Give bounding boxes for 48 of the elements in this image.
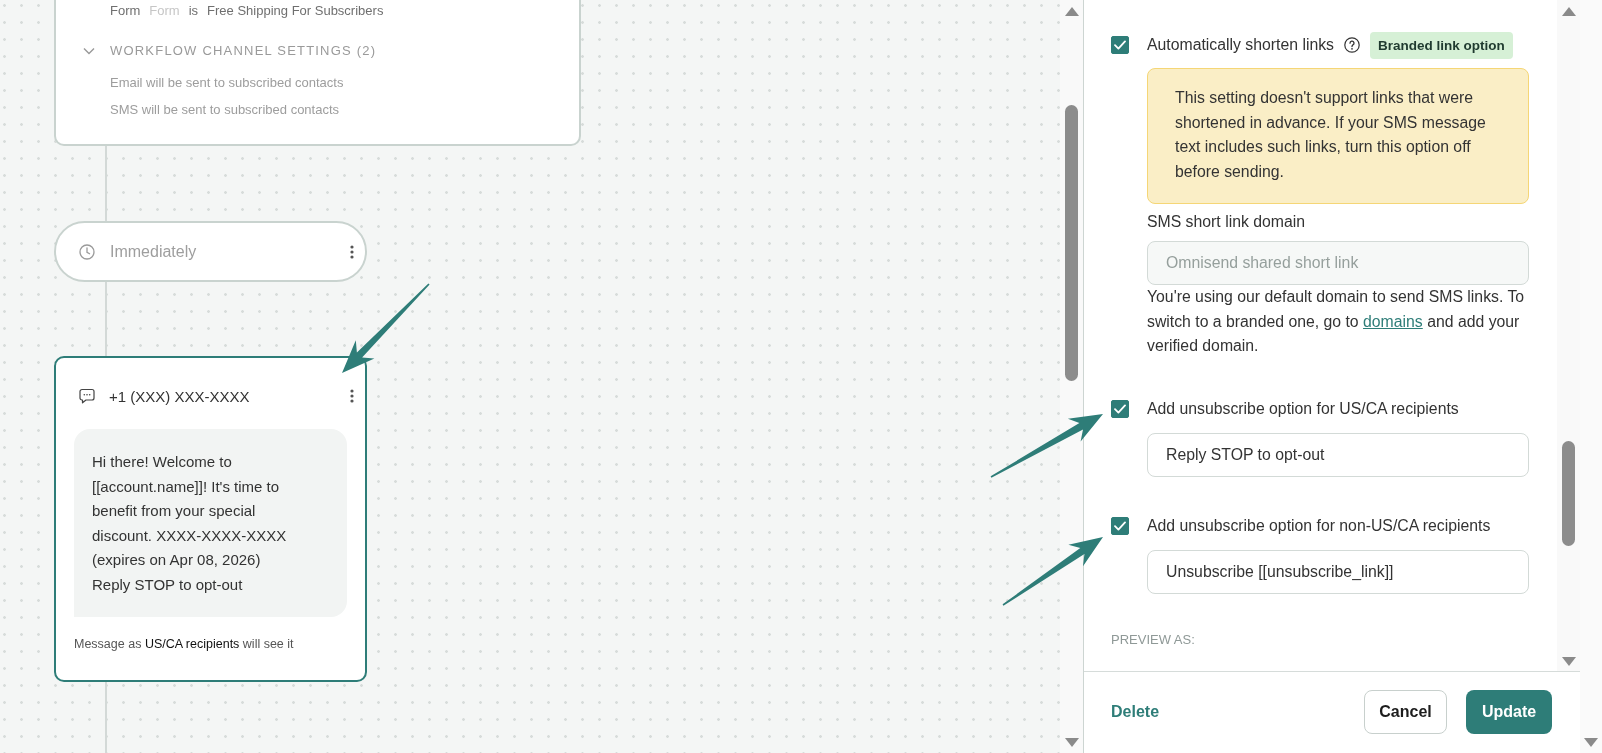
scroll-down-icon[interactable] (1561, 657, 1576, 666)
checkmark-icon (1114, 520, 1126, 531)
checkmark-icon (1114, 40, 1126, 50)
badge: Branded link option (1370, 31, 1513, 59)
chevron-icon[interactable] (83, 47, 95, 55)
scrollbar-thumb[interactable] (1562, 441, 1575, 546)
more-options-icon[interactable] (350, 389, 354, 403)
delete-button[interactable]: Delete (1111, 690, 1160, 734)
channel-setting-text: Email will be sent to subscribed contacts (110, 74, 345, 92)
preview-heading: PREVIEW AS: (1111, 631, 1196, 648)
scroll-up-icon[interactable] (1561, 7, 1576, 16)
scroll-down-icon[interactable] (1064, 738, 1079, 747)
channel-setting-text: SMS will be sent to subscribed contacts (110, 101, 341, 119)
update-button[interactable]: Update (1466, 690, 1552, 734)
scroll-up-icon[interactable] (1064, 7, 1079, 16)
trigger-card[interactable]: Form Form is Free Shipping For Subscribers WORKFLOW CHANNEL SETTINGS (2) Email will be sent to subscribed contacts SMS will be sent to subscribed contacts (54, 0, 581, 146)
condition-operator: is (188, 2, 199, 20)
condition-value: Free Shipping For Subscribers (207, 2, 384, 20)
unsubscribe-text-field[interactable]: Unsubscribe [[unsubscribe_link]] (1147, 549, 1529, 594)
condition-field: Form (110, 1, 141, 21)
preview-caption: Message as US/CA recipients will see it (74, 636, 295, 653)
checkbox[interactable] (1111, 36, 1129, 54)
checkbox-label: Automatically shorten links (1147, 36, 1334, 54)
domains-link[interactable]: domains (1363, 312, 1423, 330)
delay-label: Immediately (110, 242, 197, 261)
delay-node[interactable]: Immediately (54, 221, 367, 282)
more-options-icon[interactable] (350, 244, 354, 259)
condition-type: Form (149, 2, 180, 20)
phone-number: +1 (XXX) XXX-XXXX (109, 387, 250, 405)
section-heading[interactable]: WORKFLOW CHANNEL SETTINGS (2) (110, 41, 377, 61)
sms-node[interactable] (54, 356, 367, 682)
chat-bubble-icon (79, 388, 95, 404)
field-label: SMS short link domain (1147, 212, 1307, 232)
connector-line (105, 682, 107, 753)
scrollbar-thumb[interactable] (1065, 105, 1078, 381)
clock-icon (79, 243, 95, 260)
checkmark-icon (1114, 403, 1126, 414)
checkbox-label: Add unsubscribe option for non-US/CA recipients (1147, 516, 1491, 535)
message-bubble: Hi there! Welcome to [[account.name]]! It's time to benefit from your special discount. XXXX-XXXX-XXXX (expires on Apr 08, 2026) Reply STOP to opt-out (74, 429, 347, 617)
unsubscribe-text-field[interactable]: Reply STOP to opt-out (1147, 432, 1529, 477)
domain-help-text: You're using our default domain to send SMS links. To switch to a branded one, go to domains and add your verified domain. (1147, 287, 1526, 356)
help-icon[interactable] (1344, 37, 1360, 53)
checkbox[interactable] (1111, 516, 1129, 535)
scroll-down-icon[interactable] (1584, 738, 1598, 747)
checkbox-label: Add unsubscribe option for US/CA recipients (1147, 399, 1459, 418)
warning-message: This setting doesn't support links that were shortened in advance. If your SMS message text includes such links, turn this option off before sending. (1147, 68, 1529, 204)
checkbox[interactable] (1111, 399, 1129, 418)
cancel-button[interactable]: Cancel (1364, 690, 1447, 734)
